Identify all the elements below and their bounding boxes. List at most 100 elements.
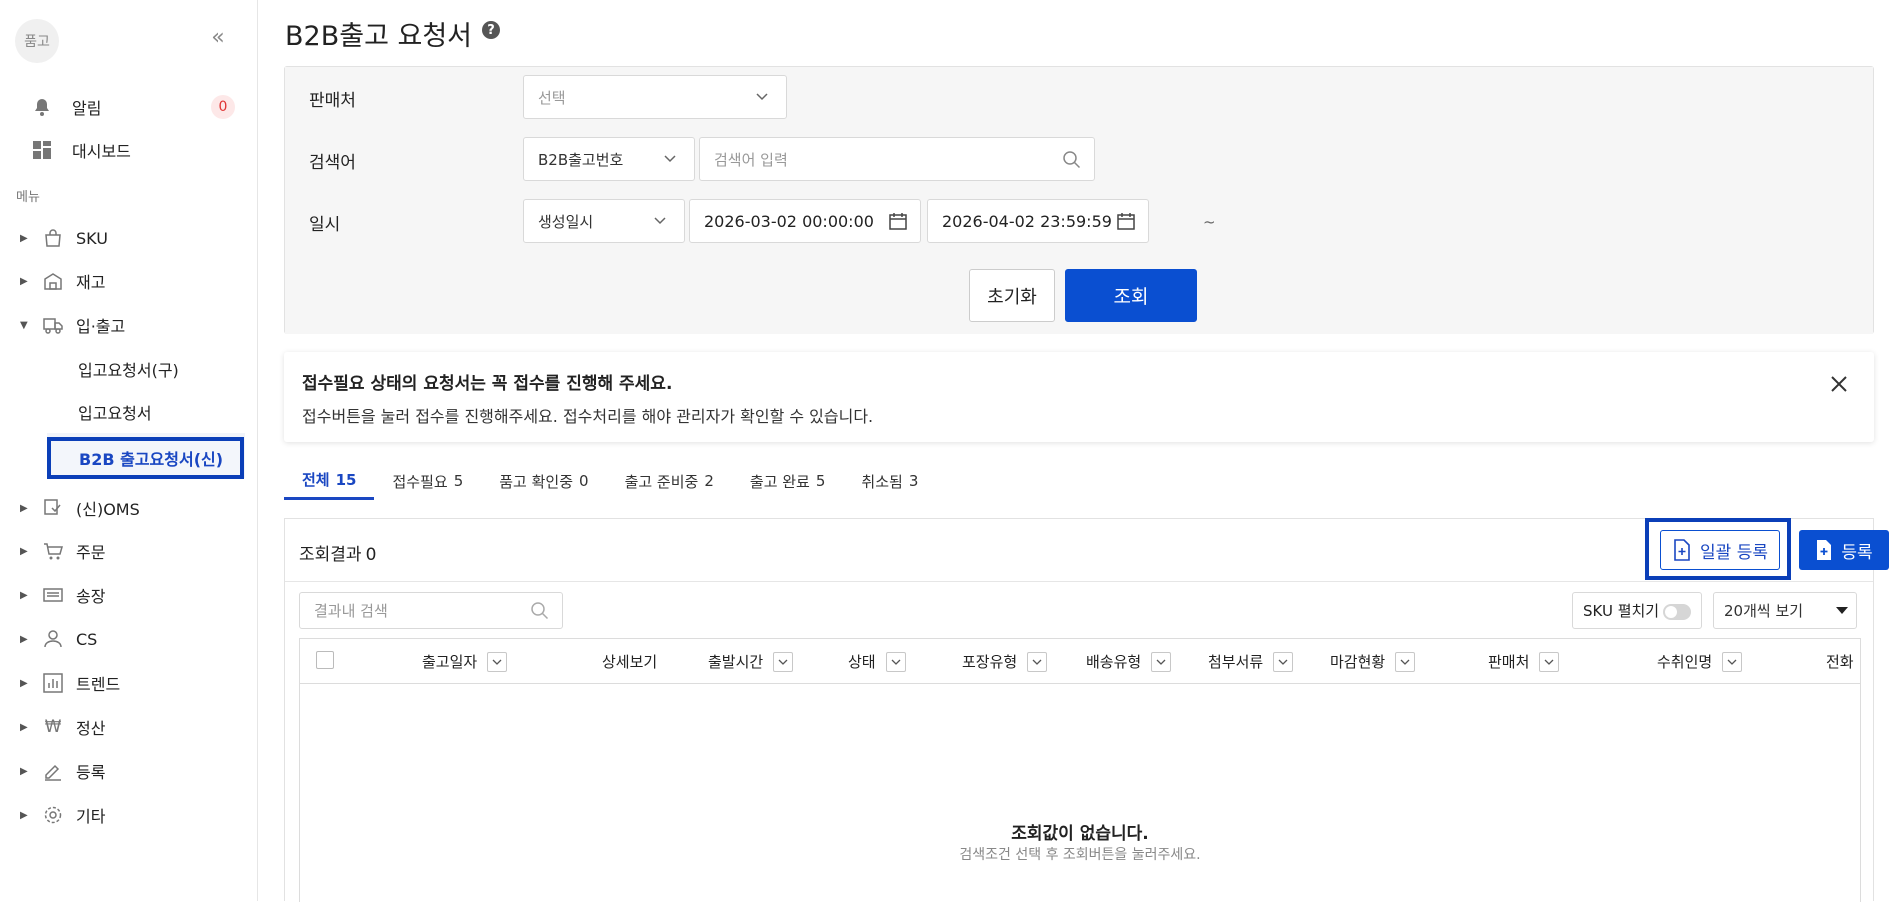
chevron-down-icon[interactable] bbox=[773, 651, 794, 672]
seller-select-value: 선택 bbox=[538, 88, 566, 107]
sidebar-item-inout[interactable]: ▼ 입·출고 bbox=[20, 310, 125, 340]
column-label: 배송유형 bbox=[1086, 653, 1142, 671]
sidebar-item-oms[interactable]: ▶ (신)OMS bbox=[20, 493, 140, 523]
chevron-down-icon[interactable] bbox=[487, 651, 508, 672]
filter-panel: 판매처 선택 검색어 B2B출고번호 검색어 입력 일시 생성일시 2026-0… bbox=[284, 66, 1874, 334]
result-count: 조회결과 0 bbox=[299, 540, 376, 565]
caret-right-icon: ▶ bbox=[20, 275, 28, 287]
tab-checking[interactable]: 품고 확인중 0 bbox=[481, 462, 606, 500]
chevron-down-icon bbox=[664, 155, 676, 163]
chevron-down-icon[interactable] bbox=[1539, 651, 1560, 672]
tab-count: 3 bbox=[908, 472, 919, 490]
column-header[interactable]: 포장유형 bbox=[962, 639, 1048, 684]
result-grid: 출고일자 상세보기 출발시간 상태 포장유형 배송유형 첨부서류 마감현황 판매… bbox=[299, 638, 1861, 902]
sidebar-subitem-inbound[interactable]: 입고요청서 bbox=[78, 397, 152, 427]
empty-state-subtitle: 검색조건 선택 후 조회버튼을 눌러주세요. bbox=[959, 847, 1201, 863]
file-add-icon bbox=[1817, 540, 1832, 560]
caret-right-icon: ▶ bbox=[20, 633, 28, 645]
sidebar-item-alerts[interactable]: 알림 bbox=[30, 92, 101, 122]
sidebar-item-invoice[interactable]: ▶ 송장 bbox=[20, 580, 105, 610]
result-count-label: 조회결과 bbox=[299, 545, 362, 565]
tab-cancelled[interactable]: 취소됨 3 bbox=[843, 462, 936, 500]
truck-icon bbox=[42, 314, 64, 336]
keyword-input[interactable]: 검색어 입력 bbox=[699, 137, 1095, 181]
register-button[interactable]: 등록 bbox=[1799, 530, 1889, 570]
sidebar-item-trend[interactable]: ▶ 트렌드 bbox=[20, 668, 120, 698]
main-content: B2B출고 요청서 ? 판매처 선택 검색어 B2B출고번호 검색어 입력 일시… bbox=[258, 0, 1895, 902]
tab-shipped[interactable]: 출고 완료 5 bbox=[732, 462, 844, 500]
result-search-input[interactable]: 결과내 검색 bbox=[299, 592, 563, 629]
tab-label: 출고 준비중 bbox=[624, 472, 699, 491]
calendar-icon[interactable] bbox=[1116, 211, 1136, 231]
chevron-down-icon[interactable] bbox=[1722, 651, 1743, 672]
column-label: 판매처 bbox=[1488, 653, 1530, 671]
chevron-down-icon[interactable] bbox=[885, 651, 906, 672]
sidebar-item-label: 주문 bbox=[76, 543, 106, 562]
search-icon[interactable] bbox=[1062, 150, 1082, 170]
sidebar-subitem-b2b-outbound[interactable]: B2B 출고요청서(신) bbox=[47, 437, 244, 479]
column-header[interactable]: 출발시간 bbox=[708, 639, 794, 684]
grid-header: 출고일자 상세보기 출발시간 상태 포장유형 배송유형 첨부서류 마감현황 판매… bbox=[300, 639, 1860, 684]
tab-preparing[interactable]: 출고 준비중 2 bbox=[607, 462, 732, 500]
keyword-type-value: B2B출고번호 bbox=[538, 150, 624, 169]
sidebar-item-sku[interactable]: ▶ SKU bbox=[20, 223, 108, 253]
sidebar-item-inventory[interactable]: ▶ 재고 bbox=[20, 266, 105, 296]
caret-down-icon: ▼ bbox=[20, 319, 28, 331]
search-icon[interactable] bbox=[530, 601, 550, 621]
bulk-register-button[interactable]: 일괄 등록 bbox=[1660, 530, 1780, 570]
chevron-down-icon bbox=[654, 217, 666, 225]
toggle-switch[interactable] bbox=[1663, 604, 1691, 620]
tab-count: 5 bbox=[815, 472, 826, 490]
column-header[interactable]: 출고일자 bbox=[422, 639, 508, 684]
result-search-placeholder: 결과내 검색 bbox=[314, 602, 388, 620]
column-header[interactable]: 수취인명 bbox=[1657, 639, 1743, 684]
caret-right-icon: ▶ bbox=[20, 502, 28, 514]
page-size-select[interactable]: 20개씩 보기 bbox=[1713, 592, 1857, 629]
sidebar-subitem-inbound-old[interactable]: 입고요청서(구) bbox=[78, 354, 179, 384]
help-icon[interactable]: ? bbox=[482, 21, 500, 39]
keyword-type-select[interactable]: B2B출고번호 bbox=[523, 137, 695, 181]
reset-button[interactable]: 초기화 bbox=[969, 269, 1055, 322]
chevron-down-icon[interactable] bbox=[1027, 651, 1048, 672]
collapse-sidebar-icon[interactable]: « bbox=[206, 26, 230, 50]
oms-icon bbox=[42, 497, 64, 519]
column-label: 수취인명 bbox=[1657, 653, 1713, 671]
calendar-icon[interactable] bbox=[888, 211, 908, 231]
column-header[interactable]: 상태 bbox=[848, 639, 906, 684]
chevron-down-icon[interactable] bbox=[1273, 651, 1294, 672]
tab-all[interactable]: 전체 15 bbox=[284, 462, 375, 500]
column-label: 마감현황 bbox=[1330, 653, 1386, 671]
caret-right-icon: ▶ bbox=[20, 765, 28, 777]
chevron-down-icon[interactable] bbox=[1395, 651, 1416, 672]
avatar[interactable]: 품고 bbox=[15, 19, 59, 63]
sidebar-item-label: 대시보드 bbox=[72, 142, 131, 161]
column-header[interactable]: 마감현황 bbox=[1330, 639, 1416, 684]
date-to-input[interactable]: 2026-04-02 23:59:59 bbox=[927, 199, 1149, 243]
invoice-icon bbox=[42, 584, 64, 606]
sku-expand-toggle[interactable]: SKU 펼치기 bbox=[1572, 592, 1702, 629]
sidebar-item-orders[interactable]: ▶ 주문 bbox=[20, 536, 105, 566]
notice-banner: 접수필요 상태의 요청서는 꼭 접수를 진행해 주세요. 접수버튼을 눌러 접수… bbox=[284, 352, 1874, 442]
sidebar-item-label: 송장 bbox=[76, 587, 106, 606]
sidebar-item-settlement[interactable]: ▶ ₩ 정산 bbox=[20, 712, 105, 742]
sidebar-item-register[interactable]: ▶ 등록 bbox=[20, 756, 105, 786]
sidebar-item-cs[interactable]: ▶ CS bbox=[20, 624, 97, 654]
warehouse-icon bbox=[42, 270, 64, 292]
date-type-select[interactable]: 생성일시 bbox=[523, 199, 685, 243]
chevron-down-icon[interactable] bbox=[1151, 651, 1172, 672]
page-size-value: 20개씩 보기 bbox=[1724, 602, 1804, 620]
close-icon[interactable] bbox=[1828, 373, 1850, 395]
column-header[interactable]: 판매처 bbox=[1488, 639, 1560, 684]
sidebar-item-etc[interactable]: ▶ 기타 bbox=[20, 800, 105, 830]
date-from-input[interactable]: 2026-03-02 00:00:00 bbox=[689, 199, 921, 243]
search-button[interactable]: 조회 bbox=[1065, 269, 1197, 322]
column-header[interactable]: 배송유형 bbox=[1086, 639, 1172, 684]
tab-needs-receipt[interactable]: 접수필요 5 bbox=[374, 462, 481, 500]
select-all-checkbox[interactable] bbox=[316, 651, 334, 669]
caret-right-icon: ▶ bbox=[20, 545, 28, 557]
result-panel: 조회결과 0 일괄 등록 등록 결과내 검색 SKU 펼치기 20개씩 보기 출고… bbox=[284, 518, 1889, 902]
column-header[interactable]: 첨부서류 bbox=[1208, 639, 1294, 684]
seller-select[interactable]: 선택 bbox=[523, 75, 787, 119]
sidebar-item-dashboard[interactable]: 대시보드 bbox=[30, 135, 131, 165]
caret-right-icon: ▶ bbox=[20, 677, 28, 689]
